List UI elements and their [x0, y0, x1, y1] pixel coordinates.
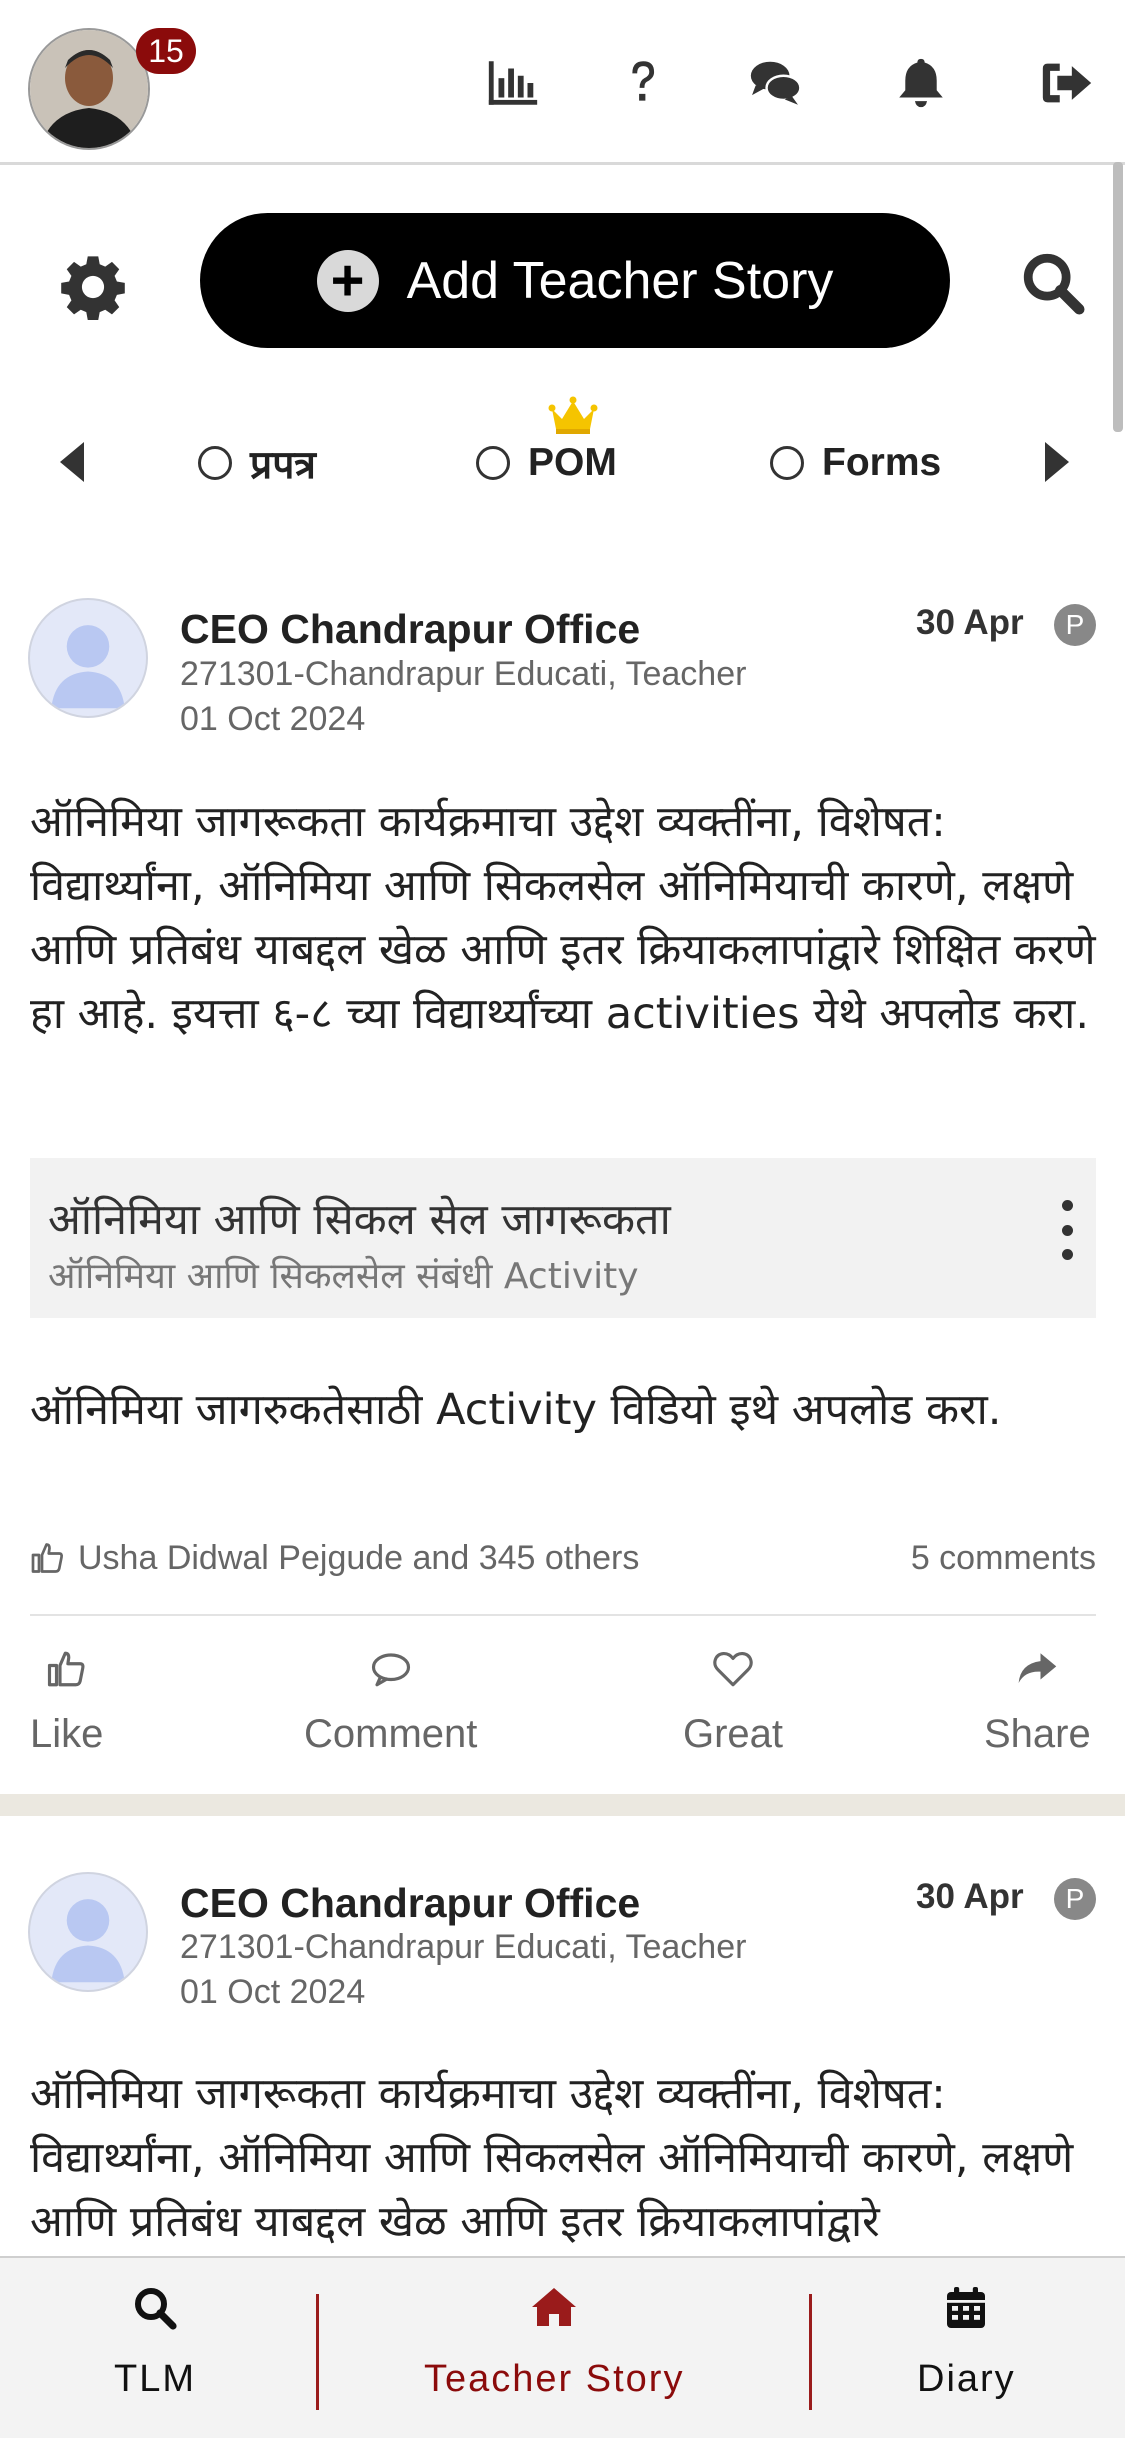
nav-label: TLM	[114, 2358, 196, 2400]
settings-button[interactable]	[58, 252, 128, 322]
add-teacher-story-button[interactable]: + Add Teacher Story	[200, 213, 950, 348]
post-body: ऑनिमिया जागरूकता कार्यक्रमाचा उद्देश व्य…	[30, 797, 1096, 1039]
filter-label: प्रपत्र	[250, 443, 316, 487]
calendar-icon	[947, 2287, 986, 2328]
author-avatar[interactable]	[28, 598, 148, 718]
home-icon	[532, 2288, 577, 2326]
share-button[interactable]: Share	[984, 1648, 1091, 1757]
messages-button[interactable]	[740, 48, 810, 118]
likes-text[interactable]: Usha Didwal Pejgude and 345 others	[78, 1539, 639, 1578]
user-avatar[interactable]	[28, 28, 150, 150]
reactions-summary: Usha Didwal Pejgude and 345 others 5 com…	[30, 1535, 1096, 1581]
search-icon	[135, 2288, 177, 2330]
like-label: Like	[30, 1712, 104, 1756]
default-user-icon	[51, 625, 125, 709]
post-type-badge: P	[1054, 1878, 1096, 1920]
scrollbar[interactable]	[1113, 162, 1123, 432]
post-created-date: 01 Oct 2024	[180, 1973, 366, 2011]
help-button[interactable]	[607, 48, 677, 118]
caret-right-icon	[1045, 442, 1069, 482]
notifications-button[interactable]	[886, 48, 956, 118]
bar-chart-icon	[488, 61, 538, 105]
post-author[interactable]: CEO Chandrapur Office	[180, 1880, 640, 1927]
gear-icon	[61, 256, 125, 320]
filter-pom[interactable]: POM	[476, 438, 617, 488]
post-type-badge: P	[1054, 604, 1096, 646]
search-button[interactable]	[1018, 248, 1088, 318]
default-user-icon	[51, 1899, 125, 1983]
logout-icon	[1042, 63, 1092, 103]
post-note: ऑनिमिया जागरुकतेसाठी Activity विडियो इथे…	[30, 1385, 1002, 1435]
nav-diary[interactable]: Diary	[917, 2284, 1016, 2401]
thumbs-up-outline-icon	[31, 1543, 63, 1573]
radio-button[interactable]	[476, 446, 510, 480]
post-date: 30 Apr	[916, 1877, 1024, 1916]
nav-teacher-story[interactable]: Teacher Story	[424, 2284, 684, 2401]
post-body: ऑनिमिया जागरूकता कार्यक्रमाचा उद्देश व्य…	[30, 2069, 1074, 2247]
comment-button[interactable]: Comment	[304, 1648, 477, 1757]
comments-count[interactable]: 5 comments	[911, 1539, 1096, 1578]
comment-icon	[371, 1653, 410, 1687]
author-avatar[interactable]	[28, 1872, 148, 1992]
like-button[interactable]: Like	[30, 1648, 103, 1757]
filter-pprapatra[interactable]: प्रपत्र	[198, 438, 316, 488]
filter-scroll-right-button[interactable]	[1035, 440, 1075, 484]
bottom-navigation: TLM Teacher Story Diary	[0, 2256, 1125, 2438]
more-options-icon[interactable]	[1058, 1200, 1076, 1260]
share-icon	[1019, 1653, 1057, 1683]
radio-button[interactable]	[770, 446, 804, 480]
logout-button[interactable]	[1032, 48, 1102, 118]
chat-icon	[750, 61, 802, 105]
nav-tlm[interactable]: TLM	[114, 2284, 196, 2401]
user-photo-icon	[30, 30, 148, 148]
nav-divider	[316, 2294, 319, 2410]
comment-label: Comment	[304, 1712, 478, 1756]
thumbs-up-icon	[47, 1651, 85, 1687]
attachment-title: ऑनिमिया आणि सिकल सेल जागरूकता	[48, 1195, 671, 1245]
nav-divider	[809, 2294, 812, 2410]
post-author-role: 271301-Chandrapur Educati, Teacher	[180, 655, 747, 693]
post-separator	[0, 1794, 1125, 1816]
plus-circle-icon: +	[316, 249, 379, 312]
great-button[interactable]: Great	[683, 1648, 783, 1757]
share-label: Share	[984, 1712, 1091, 1756]
filter-label: POM	[528, 441, 617, 484]
attachment-subtitle: ऑनिमिया आणि सिकलसेल संबंधी Activity	[48, 1256, 639, 1297]
crown-icon	[548, 396, 598, 434]
bell-icon	[899, 58, 943, 108]
question-icon	[632, 61, 655, 101]
add-teacher-story-label: Add Teacher Story	[406, 251, 834, 310]
great-label: Great	[683, 1712, 784, 1756]
search-icon	[1023, 253, 1085, 315]
filter-forms[interactable]: Forms	[770, 438, 941, 488]
divider	[30, 1614, 1096, 1616]
filter-label: Forms	[822, 441, 942, 484]
post-date: 30 Apr	[916, 603, 1024, 642]
filter-scroll-left-button[interactable]	[54, 440, 94, 484]
stats-button[interactable]	[478, 48, 548, 118]
top-bar: 15	[0, 0, 1125, 165]
post-created-date: 01 Oct 2024	[180, 700, 366, 738]
radio-button[interactable]	[198, 446, 232, 480]
notification-count-badge: 15	[136, 28, 196, 74]
post-author[interactable]: CEO Chandrapur Office	[180, 606, 640, 653]
caret-left-icon	[60, 442, 84, 482]
nav-label: Diary	[917, 2358, 1016, 2400]
heart-icon	[713, 1652, 753, 1687]
post-author-role: 271301-Chandrapur Educati, Teacher	[180, 1928, 747, 1966]
attachment-card[interactable]: ऑनिमिया आणि सिकल सेल जागरूकता ऑनिमिया आण…	[30, 1158, 1096, 1318]
nav-label: Teacher Story	[424, 2358, 685, 2400]
